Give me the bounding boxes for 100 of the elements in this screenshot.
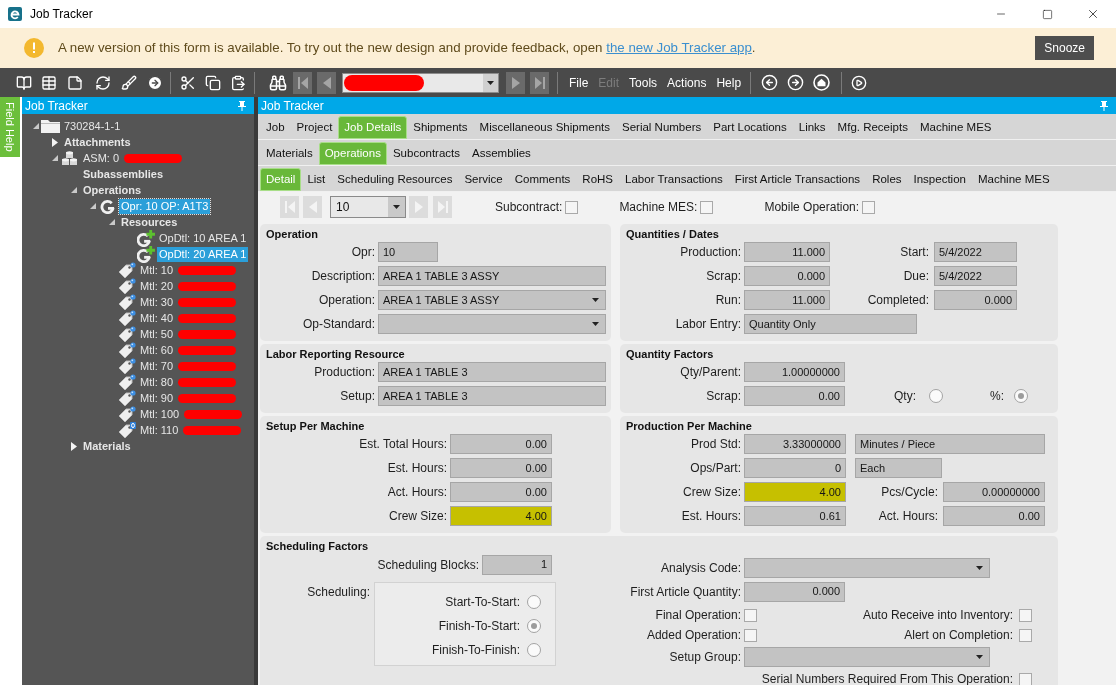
tree-item[interactable]: Operations — [81, 182, 144, 198]
tab[interactable]: Part Locations — [707, 116, 793, 139]
input-field[interactable]: 0.00 — [450, 482, 552, 502]
checkbox[interactable] — [565, 200, 579, 214]
checkbox[interactable] — [862, 200, 876, 214]
input-field[interactable]: AREA 1 TABLE 3 — [378, 386, 606, 406]
copy-icon[interactable] — [205, 74, 221, 91]
record-dropdown[interactable] — [342, 72, 499, 93]
binoculars-icon[interactable] — [269, 73, 287, 92]
radio-button[interactable] — [527, 619, 541, 633]
input-field[interactable]: 4.00 — [450, 506, 552, 526]
tree-item[interactable]: 730284-1-1 — [62, 118, 123, 134]
tree-item[interactable]: OpDtl: 10 AREA 1 — [157, 230, 249, 246]
radio-button[interactable] — [527, 643, 541, 657]
tree-item[interactable]: Materials — [81, 438, 133, 454]
play-icon[interactable] — [851, 74, 868, 91]
tree-item[interactable]: Mtl: 50 — [138, 326, 175, 342]
expanded-arrow-icon[interactable] — [32, 123, 39, 129]
tab[interactable]: Links — [792, 116, 832, 139]
pin-icon[interactable] — [238, 100, 246, 111]
pin-icon[interactable] — [1100, 100, 1108, 111]
next-record-button[interactable] — [506, 71, 525, 94]
tab[interactable]: Job — [260, 116, 291, 139]
operation-dropdown[interactable]: AREA 1 TABLE 3 ASSY — [378, 290, 606, 310]
input-field[interactable]: 4.00 — [744, 482, 846, 502]
menu-item[interactable]: Actions — [667, 73, 707, 92]
forward-icon[interactable] — [787, 74, 805, 91]
input-field[interactable]: Minutes / Piece — [855, 434, 1045, 454]
tab[interactable]: RoHS — [576, 168, 620, 191]
input-field[interactable]: 0.61 — [744, 506, 846, 526]
tree-item[interactable]: Resources — [119, 214, 180, 230]
tree-item[interactable]: Mtl: 40 — [138, 310, 175, 326]
checkbox[interactable] — [1019, 628, 1032, 642]
input-field[interactable]: 0.00 — [450, 458, 552, 478]
tab[interactable]: Mfg. Receipts — [831, 116, 914, 139]
radio-button[interactable] — [1014, 389, 1028, 403]
tree-item[interactable]: Mtl: 90 — [138, 390, 175, 406]
input-field[interactable]: 0.00 — [450, 434, 552, 454]
tree-item[interactable]: Mtl: 80 — [138, 374, 175, 390]
menu-item[interactable]: Help — [716, 73, 742, 92]
book-icon[interactable] — [16, 74, 32, 91]
previous-record-button[interactable] — [317, 71, 336, 94]
back-icon[interactable] — [761, 74, 779, 91]
collapsed-arrow-icon[interactable] — [51, 137, 58, 147]
expanded-arrow-icon[interactable] — [70, 187, 77, 193]
tab[interactable]: Shipments — [407, 116, 474, 139]
checkbox[interactable] — [744, 608, 757, 622]
checkbox[interactable] — [700, 200, 714, 214]
input-field[interactable]: 0.00 — [943, 506, 1045, 526]
input-field[interactable]: 0.00000000 — [943, 482, 1045, 502]
input-field[interactable]: 1.00000000 — [744, 362, 845, 382]
tab[interactable]: Machine MES — [971, 168, 1056, 191]
arrow-right-icon[interactable] — [147, 74, 163, 91]
note-icon[interactable] — [67, 74, 83, 91]
close-icon[interactable] — [1086, 7, 1100, 21]
tab[interactable]: Miscellaneous Shipments — [473, 116, 616, 139]
tab[interactable]: Service — [458, 168, 509, 191]
tab[interactable]: Machine MES — [913, 116, 998, 139]
home-icon[interactable] — [813, 74, 831, 91]
input-field[interactable]: 10 — [378, 242, 438, 262]
tree-item[interactable]: Mtl: 100 — [138, 406, 182, 422]
menu-item[interactable]: Tools — [629, 73, 658, 92]
first-record-button[interactable] — [293, 71, 312, 94]
input-field[interactable]: AREA 1 TABLE 3 ASSY — [378, 266, 606, 286]
tab[interactable]: Project — [290, 116, 339, 139]
input-field[interactable]: 0.000 — [744, 581, 845, 602]
brush-icon[interactable] — [121, 74, 137, 91]
tab[interactable]: Inspection — [907, 168, 972, 191]
input-field[interactable]: 0.000 — [744, 266, 830, 286]
tree-item[interactable]: Mtl: 10 — [138, 262, 175, 278]
input-field[interactable]: 1 — [482, 554, 552, 575]
input-field[interactable]: Quantity Only — [744, 314, 917, 334]
expanded-arrow-icon[interactable] — [89, 203, 96, 209]
input-field[interactable]: AREA 1 TABLE 3 — [378, 362, 606, 382]
tab[interactable]: Subcontracts — [386, 142, 467, 165]
tab[interactable]: First Article Transactions — [728, 168, 867, 191]
operation-number-dropdown[interactable]: 10 — [330, 196, 406, 218]
scissors-icon[interactable] — [180, 74, 196, 91]
input-field[interactable]: 0.000 — [934, 290, 1017, 310]
tree-item[interactable]: Mtl: 70 — [138, 358, 175, 374]
maximize-icon[interactable] — [1041, 8, 1053, 20]
snooze-button[interactable]: Snooze — [1035, 36, 1094, 60]
last-record-button[interactable] — [530, 71, 549, 94]
tree-item[interactable]: Mtl: 20 — [138, 278, 175, 294]
tab[interactable]: Serial Numbers — [616, 116, 708, 139]
collapsed-arrow-icon[interactable] — [70, 441, 77, 451]
tree-item[interactable]: Mtl: 60 — [138, 342, 175, 358]
input-field[interactable]: 5/4/2022 — [934, 266, 1017, 286]
expanded-arrow-icon[interactable] — [108, 219, 115, 225]
tab[interactable]: Scheduling Resources — [331, 168, 459, 191]
tree-item[interactable]: Mtl: 30 — [138, 294, 175, 310]
checkbox[interactable] — [1019, 608, 1032, 622]
tab[interactable]: Comments — [508, 168, 577, 191]
tab[interactable]: List — [301, 168, 332, 191]
paste-icon[interactable] — [230, 74, 246, 91]
tree-item[interactable]: Subassemblies — [81, 166, 166, 182]
tab[interactable]: Labor Transactions — [619, 168, 729, 191]
radio-button[interactable] — [527, 595, 541, 609]
table-icon[interactable] — [41, 74, 57, 91]
refresh-icon[interactable] — [95, 74, 111, 91]
